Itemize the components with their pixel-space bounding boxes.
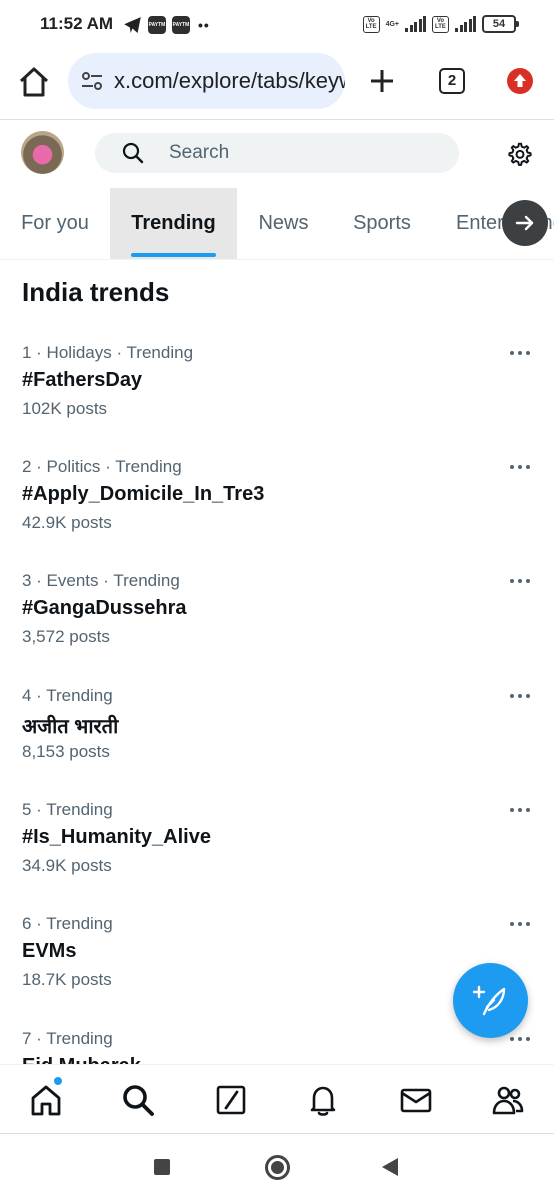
trend-name: #Apply_Domicile_In_Tre3 bbox=[22, 483, 265, 505]
url-bar[interactable]: x.com/explore/tabs/keyword bbox=[68, 53, 345, 109]
grok-icon[interactable] bbox=[214, 1083, 248, 1117]
trend-name: #GangaDussehra bbox=[22, 597, 187, 619]
trend-count: 102K posts bbox=[22, 399, 108, 418]
paytm-icon: PAYTM bbox=[172, 16, 190, 34]
trend-meta: 1 · Holidays · Trending bbox=[22, 343, 194, 362]
trend-meta: 5 · Trending bbox=[22, 800, 113, 819]
signal-icon bbox=[455, 16, 476, 32]
telegram-icon bbox=[124, 17, 141, 33]
home-icon[interactable] bbox=[16, 64, 52, 100]
search-icon[interactable] bbox=[121, 1083, 155, 1117]
url-text: x.com/explore/tabs/keyword bbox=[114, 68, 345, 93]
search-box[interactable] bbox=[95, 133, 459, 173]
more-options-icon[interactable] bbox=[506, 686, 534, 706]
trend-item[interactable]: 2 · Politics · Trending #Apply_Domicile_… bbox=[0, 457, 554, 571]
tab-label: Trending bbox=[131, 212, 216, 234]
back-icon[interactable] bbox=[382, 1158, 398, 1176]
bell-icon[interactable] bbox=[306, 1083, 340, 1117]
search-icon bbox=[122, 142, 144, 164]
tab-sports[interactable]: Sports bbox=[330, 188, 434, 259]
bottom-navigation bbox=[0, 1064, 554, 1134]
tab-label: News bbox=[258, 212, 309, 234]
trend-count: 3,572 posts bbox=[22, 627, 110, 646]
trend-name: #FathersDay bbox=[22, 369, 143, 391]
browser-toolbar: x.com/explore/tabs/keyword 2 bbox=[0, 50, 554, 120]
more-options-icon[interactable] bbox=[506, 343, 534, 363]
active-tab-indicator bbox=[131, 253, 216, 257]
more-options-icon[interactable] bbox=[506, 571, 534, 591]
android-navigation-bar bbox=[0, 1134, 554, 1200]
status-time: 11:52 AM bbox=[40, 14, 114, 33]
trend-item[interactable]: 1 · Holidays · Trending #FathersDay 102K… bbox=[0, 343, 554, 457]
section-title: India trends bbox=[22, 277, 170, 307]
trend-name: अजीत भारती bbox=[22, 716, 119, 738]
recent-apps-icon[interactable] bbox=[154, 1159, 170, 1175]
volte-icon: Vo LTE bbox=[432, 15, 449, 33]
network-type-label: 4G+ bbox=[385, 20, 399, 28]
trend-item[interactable]: 5 · Trending #Is_Humanity_Alive 34.9K po… bbox=[0, 800, 554, 914]
trend-item[interactable]: 4 · Trending अजीत भारती 8,153 posts bbox=[0, 686, 554, 800]
feather-plus-icon bbox=[472, 985, 505, 1015]
new-tab-icon[interactable] bbox=[364, 63, 400, 99]
trend-meta: 2 · Politics · Trending bbox=[22, 457, 182, 476]
tab-label: Sports bbox=[353, 212, 411, 234]
tab-for-you[interactable]: For you bbox=[0, 188, 110, 259]
trend-item[interactable]: 3 · Events · Trending #GangaDussehra 3,5… bbox=[0, 571, 554, 685]
site-settings-icon[interactable] bbox=[80, 69, 104, 93]
avatar[interactable] bbox=[21, 131, 64, 174]
mail-icon[interactable] bbox=[399, 1083, 433, 1117]
more-notifications-icon: •• bbox=[198, 17, 210, 33]
volte-icon: Vo LTE bbox=[362, 15, 380, 33]
more-options-icon[interactable] bbox=[506, 800, 534, 820]
trend-meta: 6 · Trending bbox=[22, 914, 113, 933]
battery-icon: 54 bbox=[482, 15, 519, 33]
explore-tabs: For you Trending News Sports Entertainme… bbox=[0, 188, 554, 260]
more-options-icon[interactable] bbox=[506, 457, 534, 477]
network-type-icon: 4G+ bbox=[386, 21, 399, 28]
tab-trending[interactable]: Trending bbox=[110, 188, 237, 259]
status-system-icons: Vo LTE 4G+ Vo LTE 54 bbox=[362, 15, 519, 33]
tab-label: For you bbox=[21, 212, 89, 234]
x-header bbox=[0, 121, 554, 187]
trend-meta: 7 · Trending bbox=[22, 1029, 113, 1048]
arrow-right-icon bbox=[515, 215, 534, 231]
status-bar: 11:52 AM PAYTM PAYTM •• Vo LTE 4G+ Vo LT… bbox=[0, 0, 554, 50]
more-options-icon[interactable] bbox=[506, 914, 534, 934]
paytm-icon: PAYTM bbox=[148, 16, 166, 34]
signal-icon bbox=[405, 16, 426, 32]
tab-switcher-button[interactable]: 2 bbox=[439, 68, 465, 94]
trend-count: 42.9K posts bbox=[22, 513, 112, 532]
scroll-tabs-right-button[interactable] bbox=[502, 200, 548, 246]
trend-name: #Is_Humanity_Alive bbox=[22, 826, 211, 848]
trend-count: 18.7K posts bbox=[22, 970, 112, 989]
new-content-dot bbox=[54, 1077, 62, 1085]
android-home-icon[interactable] bbox=[265, 1155, 290, 1180]
trend-count: 34.9K posts bbox=[22, 856, 112, 875]
status-notification-icons: PAYTM PAYTM •• bbox=[124, 16, 210, 34]
gear-icon[interactable] bbox=[507, 141, 533, 167]
trend-meta: 4 · Trending bbox=[22, 686, 113, 705]
compose-post-button[interactable] bbox=[453, 963, 528, 1038]
trend-name: EVMs bbox=[22, 940, 77, 962]
tab-news[interactable]: News bbox=[237, 188, 330, 259]
trend-meta: 3 · Events · Trending bbox=[22, 571, 180, 590]
update-icon[interactable] bbox=[507, 68, 533, 94]
trend-count: 8,153 posts bbox=[22, 742, 110, 761]
home-icon[interactable] bbox=[29, 1083, 63, 1117]
search-input[interactable] bbox=[169, 142, 429, 164]
people-icon[interactable] bbox=[491, 1083, 525, 1117]
